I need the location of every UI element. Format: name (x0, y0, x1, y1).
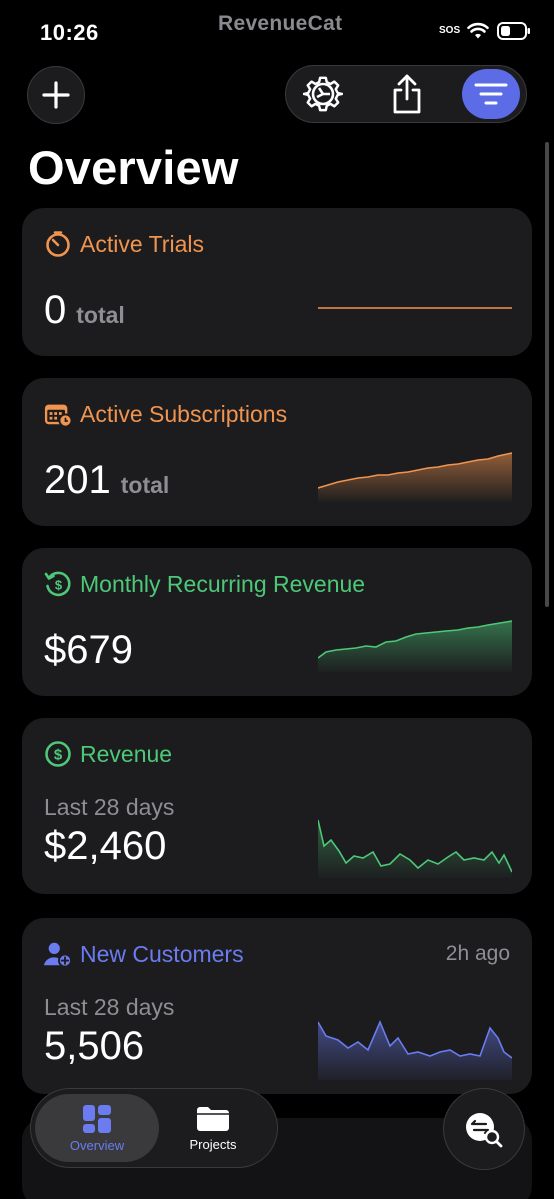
new-customers-card[interactable]: New Customers 2h ago Last 28 days 5,506 (22, 918, 532, 1094)
share-icon (393, 74, 421, 114)
mrr-sparkline (318, 620, 512, 672)
mrr-card[interactable]: $ Monthly Recurring Revenue $679 (22, 548, 532, 696)
svg-text:$: $ (54, 747, 63, 764)
customers-sparkline (318, 1019, 512, 1080)
plus-icon (42, 81, 70, 109)
calendar-icon (44, 400, 72, 428)
share-button[interactable] (380, 69, 434, 119)
svg-text:$: $ (55, 578, 63, 593)
card-header: $ Revenue (44, 740, 172, 768)
recurring-dollar-icon: $ (44, 570, 72, 598)
card-value: 201 total (44, 458, 169, 503)
card-title: New Customers (80, 940, 244, 967)
timer-icon (44, 230, 72, 258)
tab-projects[interactable]: Projects (151, 1094, 275, 1162)
dashboard-grid-icon (83, 1104, 111, 1133)
filter-lines-icon (474, 83, 508, 105)
value-number: $2,460 (44, 824, 167, 868)
revenue-card[interactable]: $ Revenue Last 28 days $2,460 (22, 718, 532, 894)
sos-indicator: SOS (439, 25, 461, 36)
bottom-tab-bar: Overview Projects (30, 1088, 278, 1168)
dollar-circle-icon: $ (44, 740, 72, 768)
scroll-indicator[interactable] (545, 142, 549, 607)
value-number: 5,506 (44, 1024, 145, 1068)
battery-icon (497, 22, 530, 40)
card-title: Revenue (80, 740, 173, 767)
transactions-search-icon (466, 1113, 503, 1148)
value-number: 0 (44, 288, 67, 332)
value-number: $679 (44, 628, 133, 672)
wifi-icon (467, 22, 489, 39)
active-subscriptions-card[interactable]: Active Subscriptions 201 total (22, 378, 532, 526)
card-header: New Customers (44, 940, 244, 968)
card-value: $679 (44, 628, 133, 673)
card-value: 5,506 (44, 1024, 144, 1069)
filter-button[interactable] (462, 69, 520, 119)
tab-label: Overview (69, 1137, 125, 1153)
updated-time: 2h ago (445, 942, 510, 965)
card-title: Active Trials (80, 230, 204, 257)
revenue-sparkline (318, 819, 512, 878)
person-add-icon (44, 940, 72, 968)
gear-icon (303, 76, 343, 112)
active-trials-card[interactable]: Active Trials 0 total (22, 208, 532, 356)
period-label: Last 28 days (44, 794, 175, 820)
period-label: Last 28 days (44, 994, 175, 1020)
card-header: Active Trials (44, 230, 204, 258)
status-bar: 10:26 RevenueCat SOS (0, 0, 554, 60)
subscriptions-sparkline (318, 452, 512, 502)
card-header: $ Monthly Recurring Revenue (44, 570, 365, 598)
settings-button[interactable] (296, 69, 350, 119)
top-toolbar (285, 65, 527, 123)
page-title: Overview (28, 141, 239, 194)
add-button[interactable] (27, 66, 85, 124)
brand-logo: RevenueCat (218, 12, 343, 35)
card-title: Active Subscriptions (80, 400, 288, 427)
card-title: Monthly Recurring Revenue (80, 570, 366, 597)
card-header: Active Subscriptions (44, 400, 287, 428)
value-unit: total (120, 472, 170, 498)
card-value: 0 total (44, 288, 125, 333)
value-unit: total (76, 302, 125, 328)
trials-sparkline (318, 307, 512, 309)
transactions-search-button[interactable] (443, 1088, 525, 1170)
status-time: 10:26 (40, 20, 99, 45)
value-number: 201 (44, 458, 111, 502)
tab-label: Projects (189, 1136, 237, 1152)
card-value: $2,460 (44, 824, 166, 869)
tab-overview[interactable]: Overview (35, 1094, 159, 1162)
folder-icon (197, 1106, 229, 1131)
